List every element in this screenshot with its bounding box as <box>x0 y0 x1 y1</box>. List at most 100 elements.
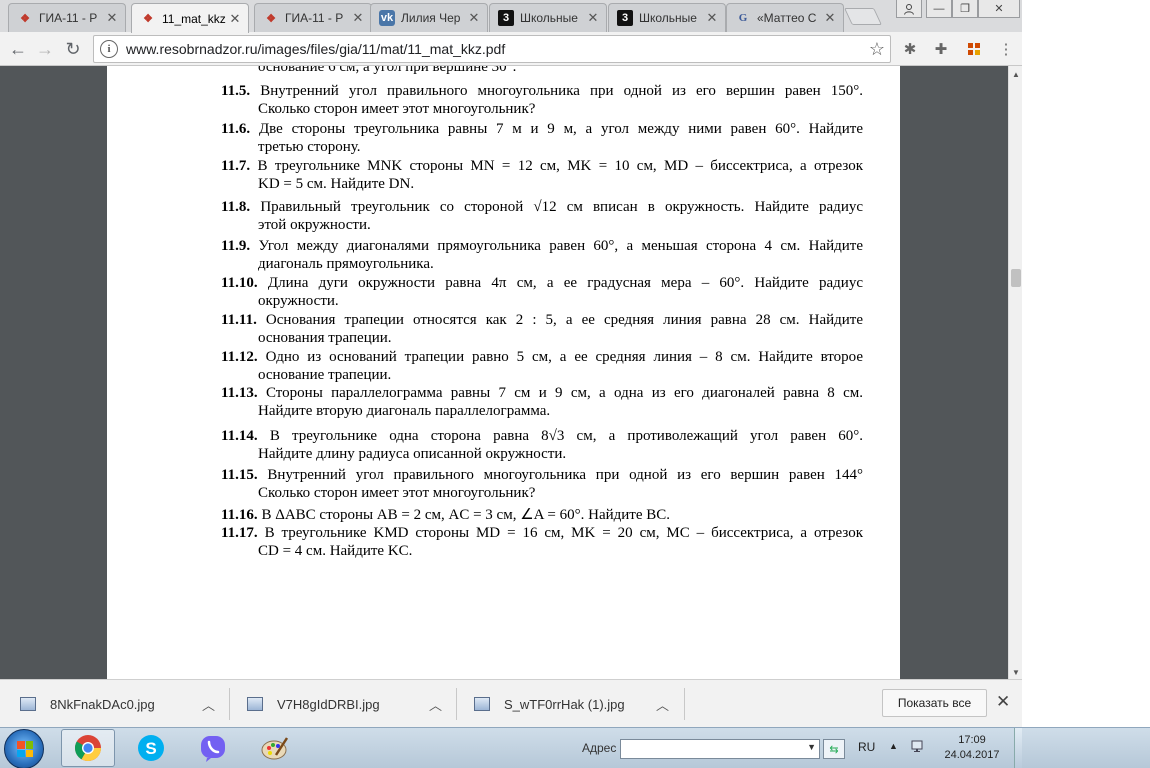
tab-gia-2[interactable]: ❖ ГИА-11 - Р ✕ <box>254 3 372 32</box>
problem-line: 11.8. Правильный треугольник со стороной… <box>221 198 863 216</box>
forward-button[interactable]: → <box>33 37 57 61</box>
close-icon[interactable]: ✕ <box>705 10 719 26</box>
problem-text: Внутренний угол правильного многоугольни… <box>267 467 863 483</box>
desktop-area <box>1022 0 1150 727</box>
problem-item: 11.15. Внутренний угол правильного много… <box>221 466 863 502</box>
browser-toolbar: ← → ↻ i www.resobrnadzor.ru/images/files… <box>0 32 1022 66</box>
problem-number: 11.16. <box>221 507 258 523</box>
go-button[interactable]: ⇆ <box>823 739 845 759</box>
user-icon[interactable] <box>896 0 922 18</box>
cut-off-text: основание 6 см, а угол при вершине 30°. <box>258 66 517 75</box>
divider <box>684 688 685 720</box>
start-button[interactable] <box>4 729 44 768</box>
clock[interactable]: 17:09 24.04.2017 <box>942 733 1002 763</box>
download-item[interactable]: S_wTF0rrHak (1).jpg ︿ <box>474 680 669 728</box>
problem-item: 11.16. В ΔABC стороны AB = 2 см, AC = 3 … <box>221 506 863 524</box>
dropdown-arrow-icon[interactable]: ▼ <box>807 742 816 752</box>
tab-pdf[interactable]: ❖ 11_mat_kkz ✕ <box>131 3 249 33</box>
gia-icon: ❖ <box>20 12 30 25</box>
back-button[interactable]: ← <box>6 37 30 61</box>
problem-number: 11.14. <box>221 428 258 444</box>
download-item[interactable]: V7H8gIdDRBI.jpg ︿ <box>247 680 442 728</box>
problem-text-continuation: этой окружности. <box>258 217 371 233</box>
divider <box>456 688 457 720</box>
problem-line: 11.11. Основания трапеции относятся как … <box>221 311 863 329</box>
problem-number: 11.10. <box>221 275 258 291</box>
problem-line: 11.7. В треугольнике MNK стороны MN = 12… <box>221 157 863 175</box>
image-file-icon <box>247 697 263 711</box>
problem-line: 11.6. Две стороны треугольника равны 7 м… <box>221 120 863 138</box>
problem-text-continuation: третью сторону. <box>258 139 361 155</box>
close-icon[interactable]: ✕ <box>586 10 600 26</box>
tab-znanija-2[interactable]: 3 Школьные ✕ <box>608 3 726 32</box>
problem-text-continuation: Найдите длину радиуса описанной окружнос… <box>258 446 567 462</box>
reload-button[interactable]: ↻ <box>61 37 85 61</box>
extension-icon[interactable]: ✚ <box>932 40 950 58</box>
network-icon[interactable] <box>911 739 927 756</box>
show-all-downloads-button[interactable]: Показать все <box>882 689 987 717</box>
close-icon[interactable]: ✕ <box>105 10 119 26</box>
scroll-up-icon[interactable]: ▲ <box>1011 70 1021 79</box>
paint-taskbar-icon[interactable] <box>248 729 302 767</box>
problem-text-continuation: CD = 4 см. Найдите KC. <box>258 543 413 559</box>
tab-znanija-1[interactable]: 3 Школьные ✕ <box>489 3 607 32</box>
viber-taskbar-icon[interactable] <box>186 729 240 767</box>
tray-expand-icon[interactable]: ▲ <box>889 741 898 751</box>
znanija-icon: 3 <box>617 10 633 26</box>
minimize-button[interactable]: — <box>926 0 952 18</box>
problem-text: В треугольнике KMD стороны MD = 16 см, M… <box>264 525 863 541</box>
office-extension-icon[interactable] <box>965 40 983 58</box>
show-desktop-button[interactable] <box>1014 728 1022 768</box>
problem-text: Правильный треугольник со стороной √12 с… <box>260 199 864 215</box>
close-icon[interactable]: ✕ <box>467 10 481 26</box>
problem-text-continuation: основание трапеции. <box>258 367 392 383</box>
tab-title: 11_mat_kkz <box>162 11 226 26</box>
scrollbar-thumb[interactable] <box>1011 269 1021 287</box>
problem-line: 11.15. Внутренний угол правильного много… <box>221 466 863 484</box>
problem-text: Одно из оснований трапеции равно 5 см, а… <box>265 349 864 365</box>
download-filename: 8NkFnakDAc0.jpg <box>50 696 155 712</box>
bookmark-star-icon[interactable]: ☆ <box>864 39 890 60</box>
taskbar-address-input[interactable]: ▼ <box>620 739 820 759</box>
problem-line: 11.5. Внутренний угол правильного многоу… <box>221 82 863 100</box>
menu-icon[interactable]: ⋮ <box>997 40 1015 58</box>
problem-item: 11.6. Две стороны треугольника равны 7 м… <box>221 120 863 156</box>
tab-gia-1[interactable]: ❖ ГИА-11 - Р ✕ <box>8 3 126 32</box>
problem-text: Угол между диагоналями прямоугольника ра… <box>258 238 864 254</box>
vertical-scrollbar[interactable]: ▲ ▼ <box>1008 66 1022 679</box>
problem-text-continuation: основания трапеции. <box>258 330 392 346</box>
address-bar[interactable]: i www.resobrnadzor.ru/images/files/gia/1… <box>93 35 891 63</box>
close-icon[interactable]: ✕ <box>351 10 365 26</box>
tab-vk[interactable]: vk Лилия Чер ✕ <box>370 3 488 32</box>
image-file-icon <box>474 697 490 711</box>
close-icon[interactable]: ✕ <box>228 11 242 27</box>
language-indicator[interactable]: RU <box>858 740 875 754</box>
tab-strip: ❖ ГИА-11 - Р ✕ ❖ 11_mat_kkz ✕ ❖ ГИА-11 -… <box>0 0 1022 33</box>
tab-google[interactable]: G «Маттео С ✕ <box>726 3 844 32</box>
problem-line: 11.14. В треугольнике одна сторона равна… <box>221 427 863 445</box>
scroll-down-icon[interactable]: ▼ <box>1011 668 1021 677</box>
problem-number: 11.15. <box>221 467 258 483</box>
info-icon[interactable]: i <box>100 40 118 58</box>
problem-line: 11.9. Угол между диагоналями прямоугольн… <box>221 237 863 255</box>
problem-item: 11.13. Стороны параллелограмма равны 7 с… <box>221 384 863 420</box>
close-icon[interactable]: ✕ <box>823 10 837 26</box>
extension-puzzle-icon[interactable]: ✱ <box>901 40 919 58</box>
chevron-up-icon[interactable]: ︿ <box>656 695 669 714</box>
chevron-up-icon[interactable]: ︿ <box>429 695 442 714</box>
problem-text: Стороны параллелограмма равны 7 см и 9 с… <box>266 385 863 401</box>
close-icon[interactable]: ✕ <box>996 692 1010 712</box>
skype-taskbar-icon[interactable]: S <box>124 729 178 767</box>
image-file-icon <box>20 697 36 711</box>
problem-number: 11.17. <box>221 525 258 541</box>
chevron-up-icon[interactable]: ︿ <box>202 695 215 714</box>
download-item[interactable]: 8NkFnakDAc0.jpg ︿ <box>20 680 215 728</box>
tab-title: «Маттео С <box>757 11 817 25</box>
problem-item: 11.8. Правильный треугольник со стороной… <box>221 198 863 234</box>
problem-text: Две стороны треугольника равны 7 м и 9 м… <box>258 121 864 137</box>
tab-title: Школьные <box>639 11 697 25</box>
new-tab-button[interactable] <box>844 8 882 25</box>
restore-button[interactable]: ❐ <box>952 0 978 18</box>
chrome-taskbar-icon[interactable] <box>61 729 115 767</box>
close-window-button[interactable]: ✕ <box>978 0 1020 18</box>
